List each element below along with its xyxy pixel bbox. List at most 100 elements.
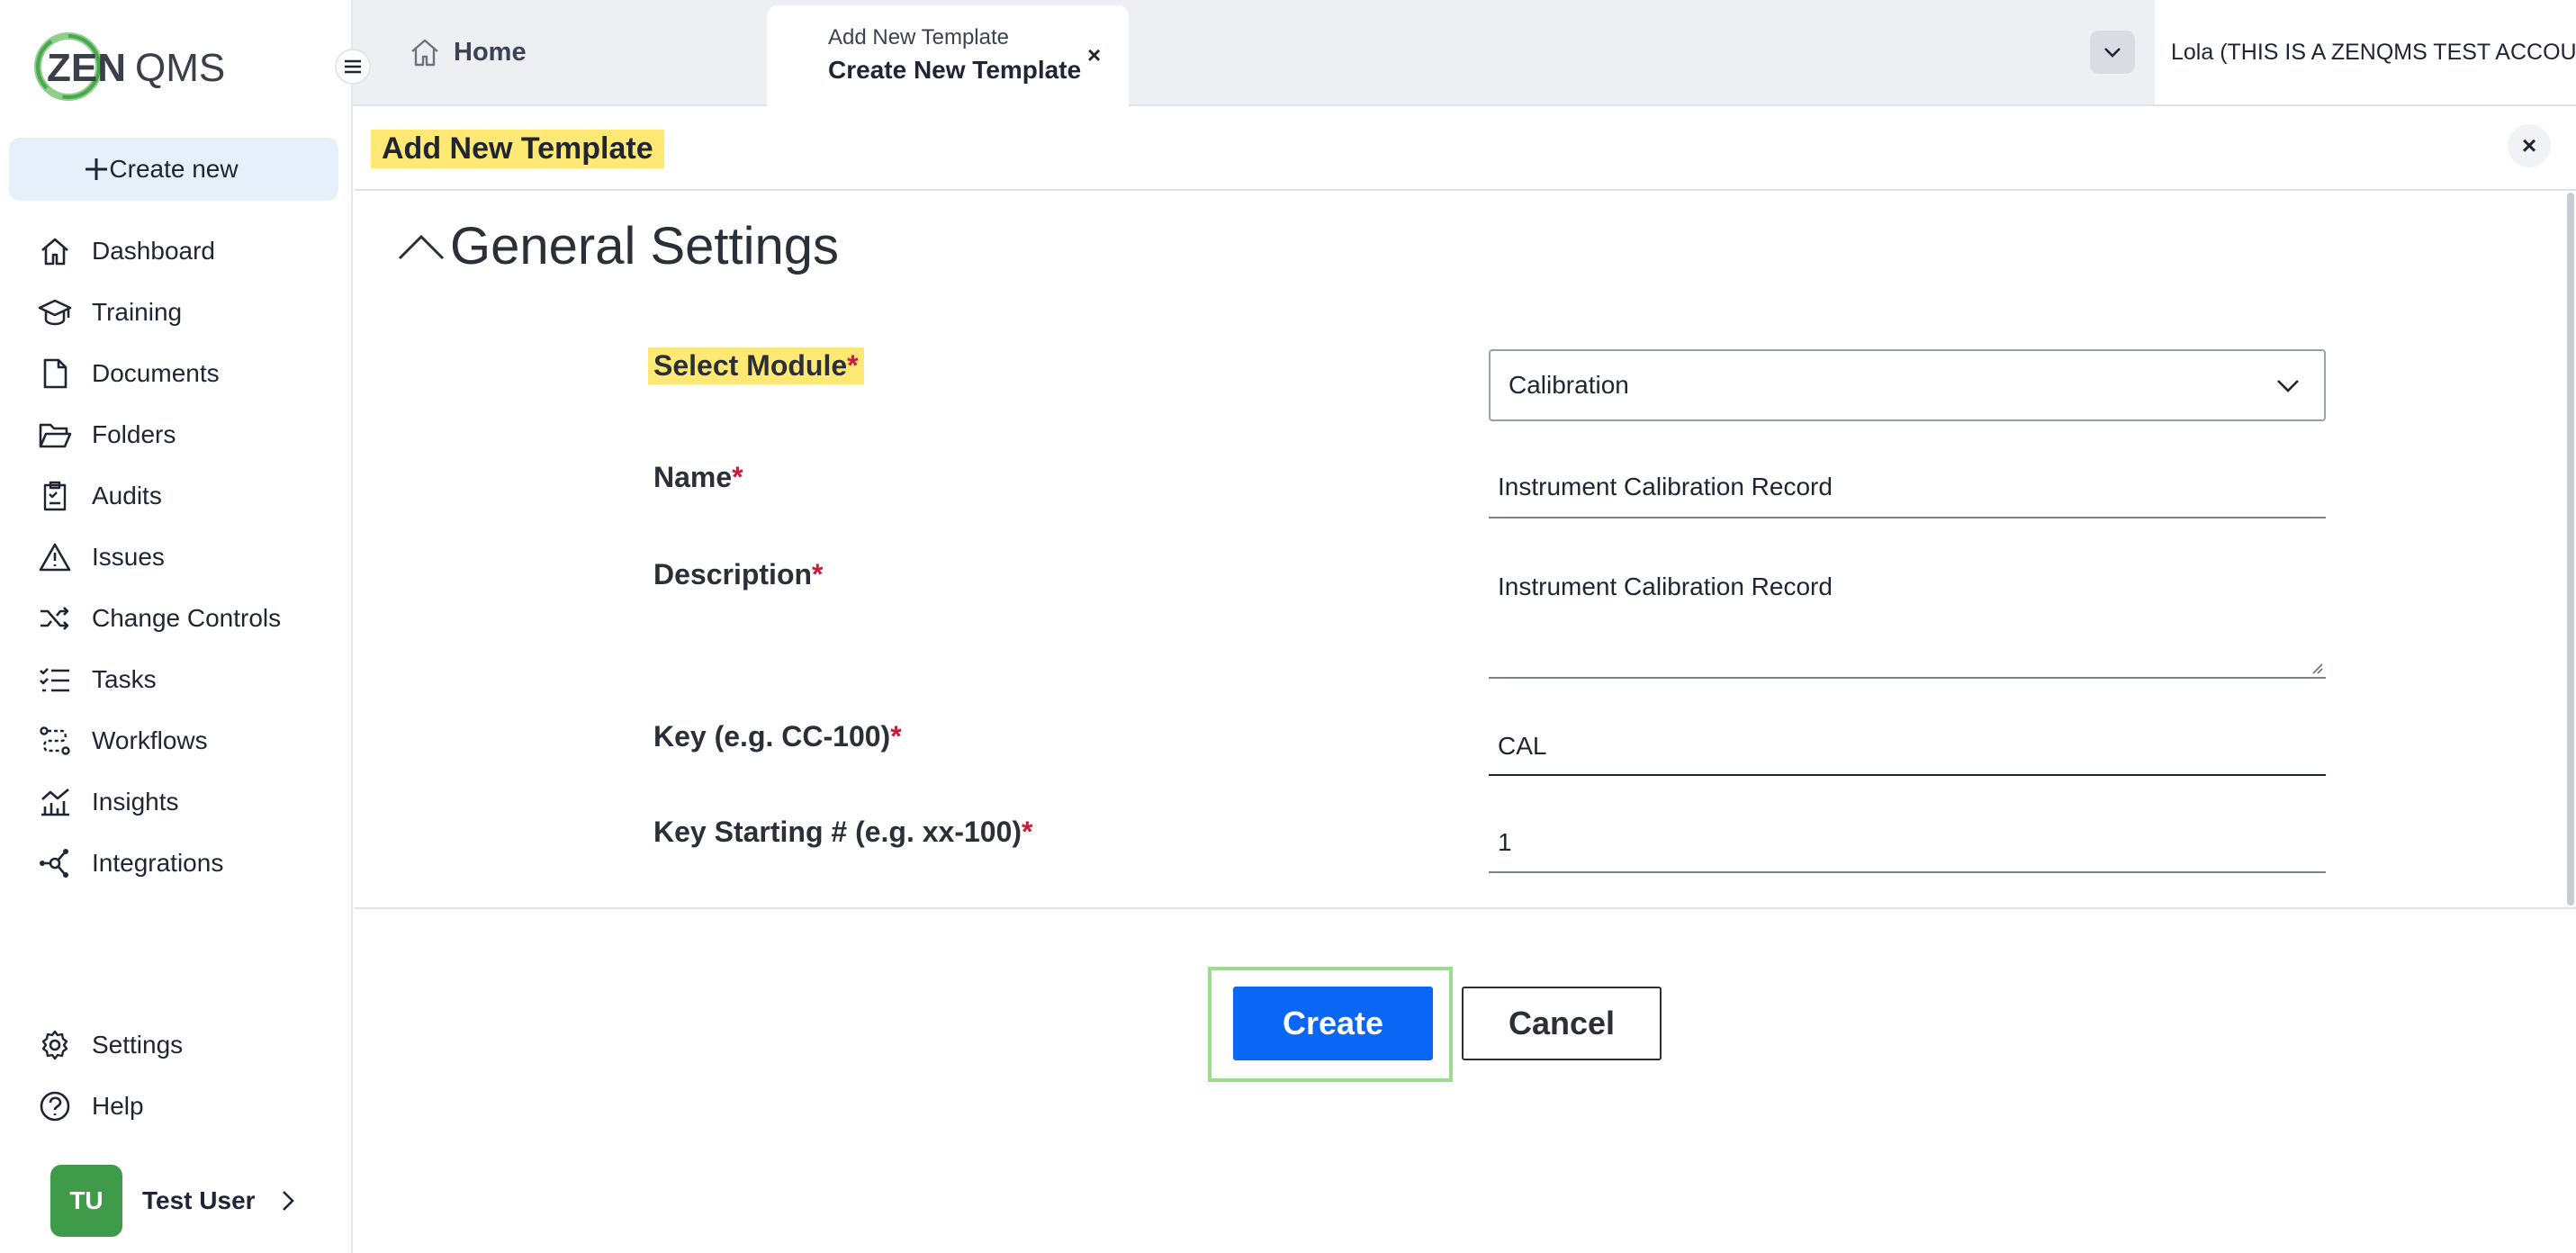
home-icon bbox=[36, 232, 74, 270]
select-module-label: Select Module* bbox=[648, 347, 864, 384]
network-icon bbox=[36, 844, 74, 882]
description-label: Description* bbox=[653, 558, 823, 591]
user-menu[interactable]: TU Test User bbox=[50, 1165, 320, 1237]
clipboard-check-icon bbox=[36, 477, 74, 515]
label-text: Name bbox=[653, 461, 733, 493]
sidebar-item-change-controls[interactable]: Change Controls bbox=[36, 596, 333, 641]
page-title: Add New Template bbox=[371, 130, 664, 168]
sidebar-item-folders[interactable]: Folders bbox=[36, 412, 333, 457]
key-input-value: CAL bbox=[1498, 732, 1547, 760]
gear-icon bbox=[36, 1026, 74, 1064]
close-tab-icon[interactable]: × bbox=[1087, 41, 1101, 69]
sidebar-item-label: Insights bbox=[92, 788, 179, 816]
general-settings-toggle[interactable]: General Settings bbox=[396, 216, 839, 276]
sidebar-item-issues[interactable]: Issues bbox=[36, 535, 333, 580]
close-page-button[interactable]: × bbox=[2508, 124, 2551, 167]
sidebar-item-settings[interactable]: Settings bbox=[36, 1023, 333, 1068]
section-title: General Settings bbox=[450, 217, 840, 275]
home-icon bbox=[409, 37, 441, 68]
sidebar-item-tasks[interactable]: Tasks bbox=[36, 657, 333, 702]
plus-icon bbox=[86, 158, 107, 180]
collapse-sidebar-button[interactable] bbox=[335, 49, 371, 85]
sidebar-item-label: Training bbox=[92, 298, 183, 326]
graduation-cap-icon bbox=[36, 293, 74, 331]
svg-text:ZEN: ZEN bbox=[47, 46, 126, 90]
name-input[interactable]: Instrument Calibration Record bbox=[1489, 468, 2326, 518]
module-select[interactable]: Calibration bbox=[1489, 349, 2326, 421]
page-header: Add New Template × bbox=[355, 106, 2576, 191]
label-text: Select Module bbox=[653, 349, 848, 382]
sidebar-item-label: Help bbox=[92, 1092, 144, 1120]
hamburger-icon bbox=[345, 59, 361, 74]
sidebar-item-label: Change Controls bbox=[92, 604, 282, 632]
required-mark: * bbox=[1022, 816, 1033, 848]
top-tab-bar: Home Add New Template Create New Templat… bbox=[353, 0, 2576, 106]
tab-create-new-template[interactable]: Add New Template Create New Template × bbox=[767, 5, 1129, 106]
tabs-dropdown-button[interactable] bbox=[2090, 31, 2135, 74]
zenqms-logo-mark: ZEN QMS bbox=[34, 32, 225, 101]
sidebar-item-label: Audits bbox=[92, 482, 162, 509]
sidebar-item-label: Issues bbox=[92, 543, 165, 571]
chevron-up-icon bbox=[396, 231, 446, 262]
close-icon: × bbox=[2521, 131, 2537, 159]
name-label: Name* bbox=[653, 461, 743, 494]
description-value: Instrument Calibration Record bbox=[1498, 572, 1833, 600]
sidebar-item-label: Workflows bbox=[92, 726, 208, 754]
account-label: Lola (THIS IS A ZENQMS TEST ACCOUNT) bbox=[2171, 39, 2576, 65]
form-divider bbox=[355, 907, 2576, 909]
key-starting-number-label: Key Starting # (e.g. xx-100)* bbox=[653, 816, 1032, 849]
tab-home-label: Home bbox=[454, 37, 527, 67]
sidebar-item-dashboard[interactable]: Dashboard bbox=[36, 229, 333, 274]
account-switcher[interactable]: Lola (THIS IS A ZENQMS TEST ACCOUNT) bbox=[2155, 0, 2576, 104]
key-starting-number-input[interactable]: 1 bbox=[1489, 823, 2326, 873]
key-starting-number-value: 1 bbox=[1498, 828, 1512, 856]
sidebar-item-label: Documents bbox=[92, 359, 220, 387]
name-input-value: Instrument Calibration Record bbox=[1498, 473, 1833, 500]
key-label: Key (e.g. CC-100)* bbox=[653, 720, 902, 753]
sidebar-item-integrations[interactable]: Integrations bbox=[36, 841, 333, 886]
help-circle-icon bbox=[36, 1087, 74, 1125]
module-select-value: Calibration bbox=[1509, 371, 1629, 399]
zenqms-logo[interactable]: ZEN QMS bbox=[34, 25, 241, 108]
label-text: Key Starting # (e.g. xx-100) bbox=[653, 816, 1022, 848]
required-mark: * bbox=[847, 349, 859, 382]
warning-triangle-icon bbox=[36, 538, 74, 576]
avatar: TU bbox=[50, 1165, 122, 1237]
create-new-label: Create new bbox=[109, 155, 239, 183]
key-input[interactable]: CAL bbox=[1489, 727, 2326, 776]
tab-home[interactable]: Home bbox=[409, 27, 527, 77]
description-textarea[interactable]: Instrument Calibration Record bbox=[1489, 565, 2326, 679]
sidebar-item-help[interactable]: Help bbox=[36, 1084, 333, 1129]
resize-grip-icon[interactable] bbox=[2310, 661, 2324, 675]
sidebar-item-label: Integrations bbox=[92, 849, 224, 877]
sidebar-item-training[interactable]: Training bbox=[36, 290, 333, 335]
chevron-down-icon bbox=[2104, 48, 2121, 58]
chart-icon bbox=[36, 783, 74, 821]
label-text: Description bbox=[653, 558, 813, 590]
required-mark: * bbox=[890, 720, 902, 753]
create-button[interactable]: Create bbox=[1233, 987, 1433, 1060]
form-scrollbar[interactable] bbox=[2567, 193, 2574, 906]
chevron-right-icon bbox=[281, 1189, 295, 1212]
create-new-button[interactable]: Create new bbox=[9, 138, 338, 201]
sidebar-item-label: Dashboard bbox=[92, 237, 215, 265]
svg-text:QMS: QMS bbox=[135, 46, 225, 90]
sidebar-item-audits[interactable]: Audits bbox=[36, 473, 333, 518]
sidebar-item-label: Tasks bbox=[92, 665, 157, 693]
required-mark: * bbox=[812, 558, 824, 590]
chevron-down-icon bbox=[2277, 380, 2299, 392]
label-text: Key (e.g. CC-100) bbox=[653, 720, 891, 753]
tab-title: Create New Template bbox=[828, 56, 1082, 84]
user-name: Test User bbox=[142, 1186, 256, 1214]
sidebar-item-label: Folders bbox=[92, 420, 176, 448]
list-check-icon bbox=[36, 661, 74, 699]
tab-subtitle: Add New Template bbox=[828, 25, 1009, 50]
sidebar-item-workflows[interactable]: Workflows bbox=[36, 718, 333, 763]
sidebar-item-documents[interactable]: Documents bbox=[36, 351, 333, 396]
required-mark: * bbox=[732, 461, 743, 493]
cancel-button[interactable]: Cancel bbox=[1462, 987, 1662, 1060]
shuffle-icon bbox=[36, 599, 74, 637]
sidebar-item-insights[interactable]: Insights bbox=[36, 780, 333, 825]
document-icon bbox=[36, 355, 74, 392]
workflow-icon bbox=[36, 722, 74, 760]
